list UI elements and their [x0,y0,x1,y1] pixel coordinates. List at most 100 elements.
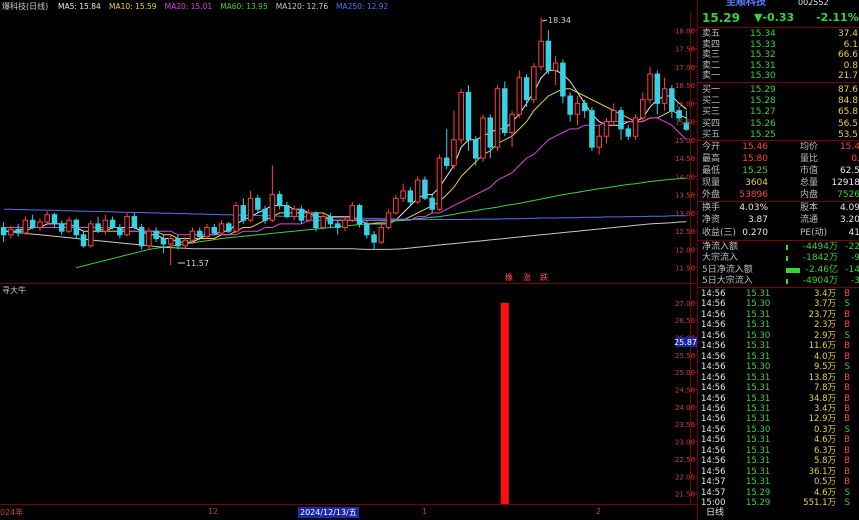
candle [269,165,276,223]
candle-body-up [291,208,297,218]
candle [378,223,385,244]
period-label-row: 日线 [698,507,859,520]
tick-price: 15.31 [746,403,771,414]
candle [167,234,174,266]
candle-body-down [356,205,363,225]
candle-body-down [472,139,479,159]
candle [589,106,595,151]
candle-body-down [153,230,159,239]
tick-side: S [844,299,850,310]
tick-side: B [844,351,850,362]
axis-label-month-12: 12 [208,507,219,516]
candle [153,227,159,243]
indicator-name: 寻大牛 [2,285,26,295]
tick-row[interactable]: 14:56 15.30 9.5万 S [698,362,859,372]
tick-row[interactable]: 14:56 15.31 11.6万 B [698,341,859,351]
candle [407,187,414,206]
candle [603,117,610,144]
tick-price: 15.30 [746,424,771,435]
tick-row[interactable]: 14:56 15.31 12.9万 B [698,414,859,424]
tick-row[interactable]: 14:56 15.31 13.8万 B [698,373,859,383]
tick-row[interactable]: 14:56 15.30 0.3万 S [698,425,859,435]
candle-body-down [560,62,566,97]
candle-body-down [276,194,283,207]
candle-body-down [654,73,661,104]
candle [436,154,443,212]
price-tick-label: 17.00 [675,64,695,72]
candle-body-down [669,88,675,112]
tick-price: 15.31 [746,466,771,477]
axis-label-month-2: 2 [596,507,602,516]
candle [29,214,36,230]
tick-time: 14:56 [701,309,726,320]
candle [284,201,290,219]
tick-time: 14:56 [701,372,726,383]
tick-time: 14:56 [701,435,726,446]
candle-body-up [124,216,130,236]
separator [698,82,859,83]
tick-volume: 5.8万 [813,456,836,467]
indicator-tick-label: 27.00 [675,300,695,308]
tick-volume: 13.8万 [808,372,836,383]
candle-body-down [284,205,290,218]
tick-volume: 7.8万 [813,383,836,394]
candle-body-up [66,219,72,232]
indicator-bars [500,302,509,504]
tick-time: 14:56 [701,341,726,352]
tick-row[interactable]: 14:56 15.31 4.6万 B [698,435,859,445]
marker-1: 橡 [505,272,513,282]
tick-row[interactable]: 14:56 15.31 2.3万 B [698,320,859,330]
candle-body-down [589,110,595,148]
indicator-tick-label: 24.00 [675,404,695,412]
tick-row[interactable]: 14:56 15.31 36.1万 B [698,467,859,477]
price-row: 15.29 ▼-0.33 -2.11% [698,10,859,26]
candle [131,212,138,230]
tick-row[interactable]: 14:56 15.31 7.8万 B [698,383,859,393]
candle [458,88,464,144]
tick-price: 15.31 [746,435,771,446]
candle-body-up [8,228,14,236]
tick-side: S [844,362,850,373]
tick-side: B [844,393,850,404]
tick-row[interactable]: 14:56 15.31 23.7万 B [698,310,859,320]
candle-body-up [436,157,443,210]
candle-body-down [131,216,138,229]
candle-body-down [313,212,319,229]
tick-row[interactable]: 14:56 15.31 5.8万 B [698,456,859,466]
price-chart[interactable]: 18.00 17.50 17.00 16.50 16.00 15.50 15.00 14.50… [0,0,697,283]
candle-body-up [349,205,356,221]
tick-volume: 12.9万 [808,414,836,425]
candle [73,218,80,239]
candle [138,223,145,250]
price-tick-label: 16.50 [675,82,695,90]
tick-row[interactable]: 14:56 15.31 6.3万 B [698,446,859,456]
tick-price: 15.30 [746,299,771,310]
tick-row[interactable]: 14:56 15.30 3.7万 S [698,299,859,309]
flow-bar [786,278,788,284]
candle-body-up [632,117,639,137]
tick-side: B [844,309,850,320]
tick-time: 14:56 [701,445,726,456]
indicator-bar [500,302,509,504]
tick-row[interactable]: 14:56 15.31 4.0万 B [698,352,859,362]
candle [494,85,501,151]
candle-body-up [182,239,188,247]
axis-label-date-selected[interactable]: 2024/12/13/五 [298,507,359,518]
candle-body-up [480,117,486,159]
indicator-chart[interactable]: 27.0026.5026.0025.5025.0024.5024.0023.50… [0,283,697,508]
candle [22,216,29,235]
candle-body-down [80,234,87,247]
tick-row[interactable]: 14:57 15.31 0.5万 B [698,477,859,487]
tick-row[interactable]: 14:56 15.31 3.4万 B [698,289,859,299]
fundamental-label: PE(动) [800,227,828,238]
tick-row[interactable]: 14:56 15.31 3.4万 B [698,404,859,414]
tick-row[interactable]: 14:57 15.29 4.6万 S [698,488,859,498]
tick-volume: 23.7万 [808,309,836,320]
tick-volume: 11.6万 [808,341,836,352]
tick-side: B [844,414,850,425]
candle-body-down [15,228,21,234]
indicator-axis: 27.0026.5026.0025.5025.0024.5024.0023.50… [675,300,695,499]
indicator-tick-label: 22.50 [675,456,695,464]
tick-row[interactable]: 14:56 15.30 2.9万 S [698,331,859,341]
tick-row[interactable]: 14:56 15.31 34.8万 B [698,394,859,404]
